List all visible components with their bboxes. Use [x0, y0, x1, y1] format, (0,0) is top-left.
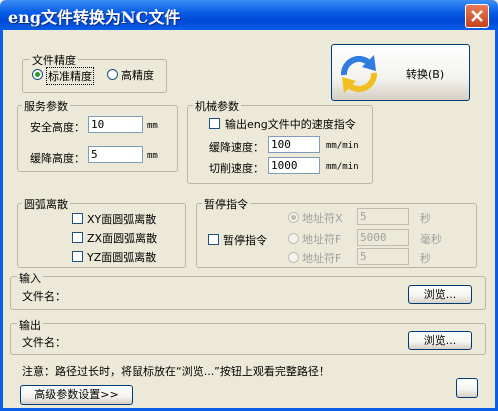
xy-arc-label[interactable]: XY面圆弧离散 [87, 211, 156, 227]
output-speed-label[interactable]: 输出eng文件中的速度指令 [225, 116, 356, 132]
standard-precision-radio[interactable] [32, 69, 43, 80]
path-note: 注意：路径过长时，将鼠标放在“浏览...”按钮上观看完整路径！ [22, 365, 330, 378]
pause-cmd-label[interactable]: 暂停指令 [223, 232, 267, 248]
descend-speed-unit: mm/min [326, 141, 359, 151]
window-frame-left [0, 30, 3, 411]
zx-arc-label[interactable]: ZX面圆弧离散 [87, 230, 157, 246]
xy-arc-checkbox[interactable] [72, 213, 83, 224]
zx-arc-checkbox[interactable] [72, 232, 83, 243]
address-f-s-radio[interactable] [288, 252, 299, 263]
address-f-s-label: 地址符F [302, 252, 342, 265]
window-title: eng文件转换为NC文件 [8, 8, 181, 27]
convert-button-label: 转换(B) [406, 68, 445, 81]
pause-cmd-legend: 暂停指令 [202, 196, 250, 212]
output-legend: 输出 [17, 317, 43, 333]
cut-speed-input[interactable]: 1000 [268, 157, 320, 174]
high-precision-label[interactable]: 高精度 [121, 67, 154, 83]
address-f-s-unit: 秒 [420, 252, 431, 265]
input-legend: 输入 [17, 270, 43, 286]
address-f-ms-radio[interactable] [288, 233, 299, 244]
close-icon [471, 10, 483, 22]
safe-height-input[interactable]: 10 [88, 116, 143, 133]
safe-height-unit: mm [147, 121, 158, 131]
output-browse-button[interactable]: 浏览... [408, 331, 472, 350]
address-x-radio[interactable] [288, 212, 299, 223]
yz-arc-checkbox[interactable] [72, 251, 83, 262]
advanced-settings-button[interactable]: 高级参数设置>> [20, 385, 133, 405]
input-filename-label: 文件名： [22, 290, 66, 303]
refresh-icon [340, 55, 378, 93]
output-filename-label: 文件名： [22, 336, 66, 349]
service-params-legend: 服务参数 [22, 98, 70, 114]
machine-params-legend: 机械参数 [193, 98, 241, 114]
descend-height-unit: mm [147, 151, 158, 161]
descend-speed-label: 缓降速度： [209, 141, 264, 154]
convert-button[interactable]: 转换(B) [331, 44, 470, 101]
standard-precision-label[interactable]: 标准精度 [46, 67, 94, 85]
address-f-ms-input[interactable]: 5000 [357, 229, 409, 246]
cut-speed-unit: mm/min [326, 162, 359, 172]
output-speed-checkbox[interactable] [209, 118, 220, 129]
file-precision-legend: 文件精度 [30, 52, 78, 68]
address-x-label: 地址符X [302, 212, 343, 225]
safe-height-label: 安全高度： [30, 121, 85, 134]
address-f-s-input[interactable]: 5 [357, 248, 409, 265]
pause-cmd-checkbox[interactable] [208, 234, 219, 245]
address-f-ms-label: 地址符F [302, 233, 342, 246]
descend-height-label: 缓降高度： [30, 152, 85, 165]
high-precision-radio[interactable] [107, 69, 118, 80]
extra-button[interactable] [456, 378, 478, 398]
address-x-input[interactable]: 5 [357, 208, 409, 225]
address-x-unit: 秒 [420, 212, 431, 225]
descend-height-input[interactable]: 5 [88, 146, 143, 163]
address-f-ms-unit: 毫秒 [420, 233, 442, 246]
close-button[interactable] [465, 4, 489, 28]
cut-speed-label: 切削速度： [209, 162, 264, 175]
input-browse-button[interactable]: 浏览... [408, 285, 472, 304]
descend-speed-input[interactable]: 100 [268, 136, 320, 153]
yz-arc-label[interactable]: YZ面圆弧离散 [87, 249, 156, 265]
arc-discrete-legend: 圆弧离散 [22, 196, 70, 212]
